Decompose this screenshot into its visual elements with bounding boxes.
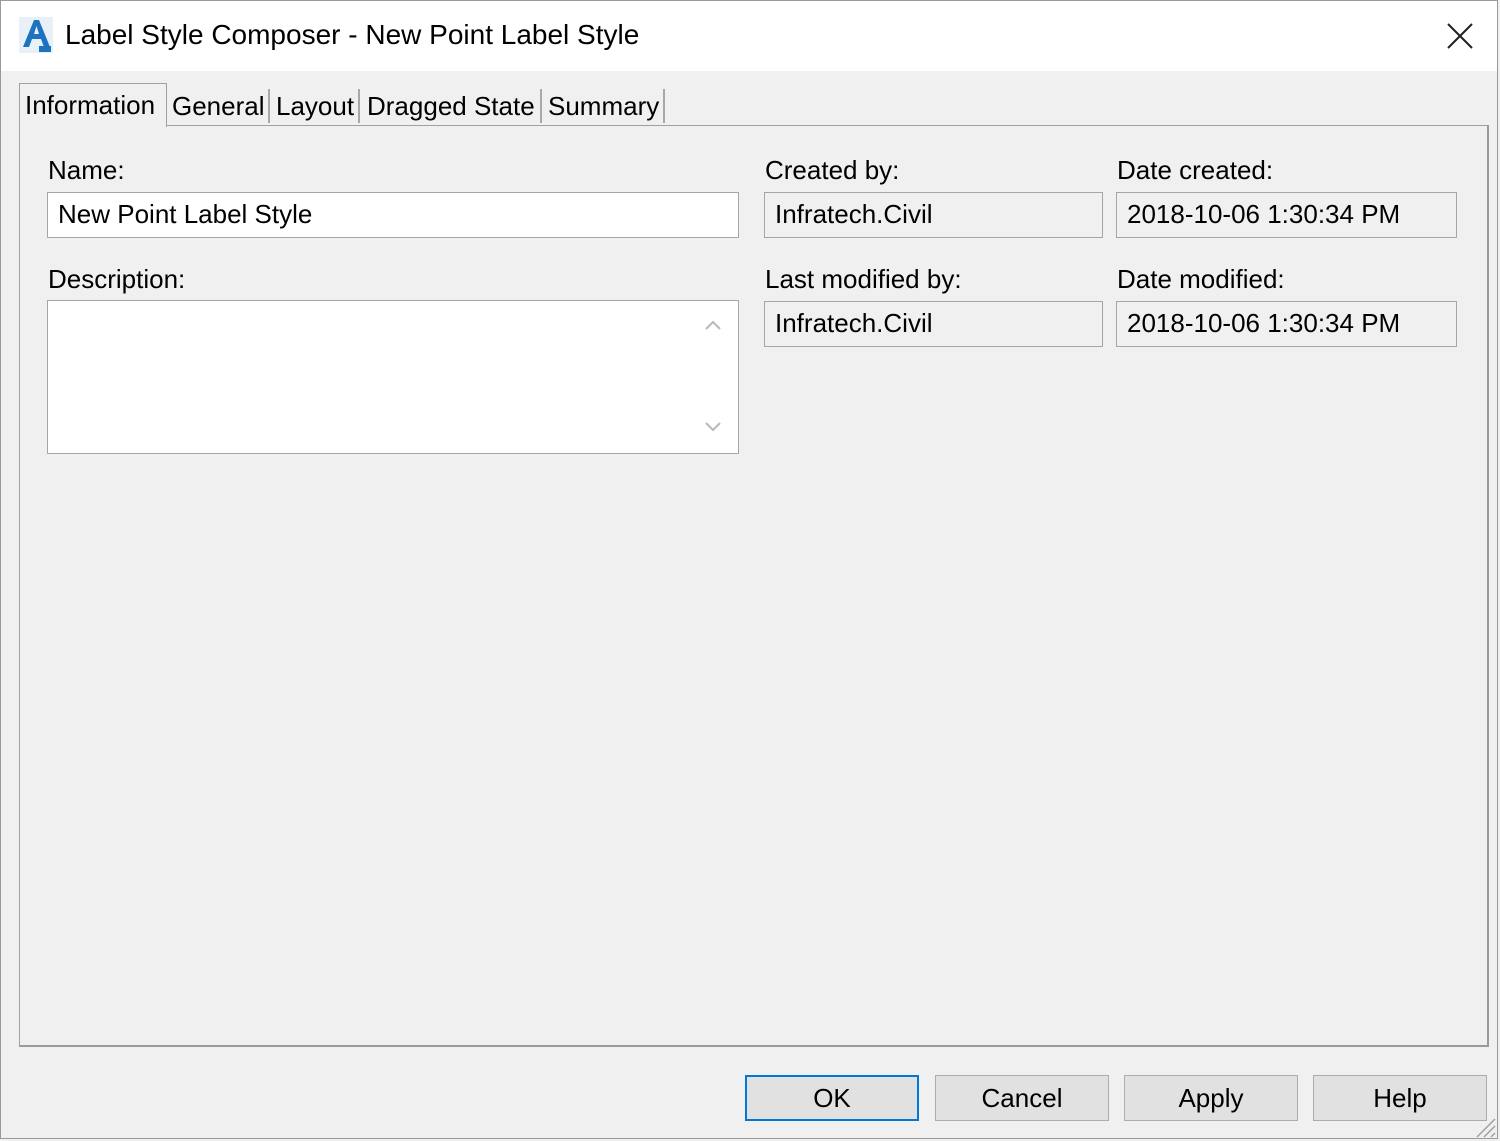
tab-layout[interactable]: Layout	[276, 85, 354, 127]
tab-separator	[540, 89, 542, 123]
ok-button[interactable]: OK	[745, 1075, 919, 1121]
tab-separator	[663, 89, 665, 123]
resize-grip-icon[interactable]	[1471, 1113, 1497, 1139]
tab-general[interactable]: General	[172, 85, 265, 127]
created-by-field: Infratech.Civil	[764, 192, 1103, 238]
tab-separator	[268, 89, 270, 123]
description-label: Description:	[48, 264, 186, 294]
apply-button[interactable]: Apply	[1124, 1075, 1298, 1121]
tab-separator	[358, 89, 360, 123]
name-input[interactable]: New Point Label Style	[47, 192, 739, 238]
last-modified-by-field: Infratech.Civil	[764, 301, 1103, 347]
created-by-label: Created by:	[765, 155, 900, 185]
cancel-button[interactable]: Cancel	[935, 1075, 1109, 1121]
name-label: Name:	[48, 155, 125, 185]
tab-summary[interactable]: Summary	[548, 85, 659, 127]
close-icon[interactable]	[1435, 15, 1485, 59]
dialog-window: Label Style Composer - New Point Label S…	[0, 0, 1498, 1139]
window-title: Label Style Composer - New Point Label S…	[65, 19, 640, 50]
help-button[interactable]: Help	[1313, 1075, 1487, 1121]
title-bar: Label Style Composer - New Point Label S…	[1, 1, 1497, 71]
last-modified-by-label: Last modified by:	[765, 264, 962, 294]
date-modified-label: Date modified:	[1117, 264, 1285, 294]
scroll-up-icon[interactable]	[700, 313, 726, 339]
date-created-label: Date created:	[1117, 155, 1274, 185]
date-created-field: 2018-10-06 1:30:34 PM	[1116, 192, 1457, 238]
tab-information[interactable]: Information	[19, 83, 167, 127]
tab-dragged-state[interactable]: Dragged State	[367, 85, 535, 127]
scroll-down-icon[interactable]	[700, 413, 726, 439]
autocad-civil-icon	[19, 17, 53, 53]
date-modified-field: 2018-10-06 1:30:34 PM	[1116, 301, 1457, 347]
description-textarea[interactable]	[47, 300, 739, 454]
